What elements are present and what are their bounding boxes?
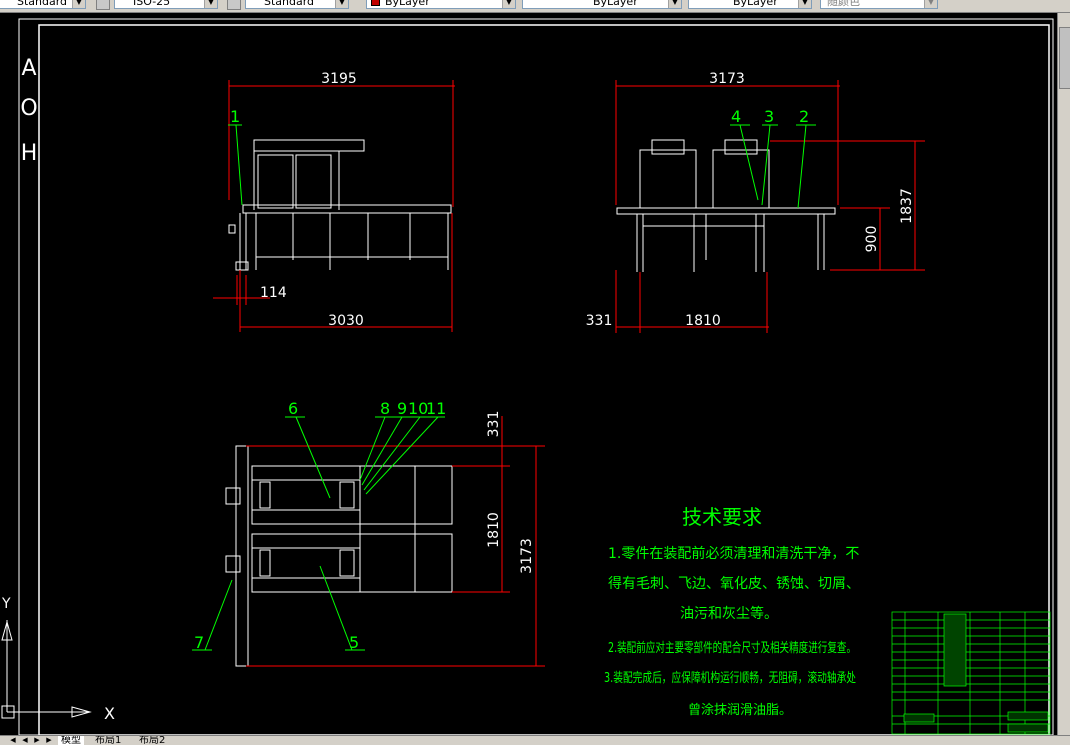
chevron-down-icon[interactable]: ▼ [335, 0, 348, 8]
notes-line-3: 油污和灰尘等。 [680, 605, 778, 622]
technical-notes: 技术要求 1.零件在装配前必须清理和清洗干净，不 得有毛刺、飞边、氧化皮、锈蚀、… [604, 505, 860, 718]
dim-side-width: 3173 [709, 71, 745, 87]
balloon-9: 9 [397, 399, 407, 418]
plot-style-select[interactable]: 随颜色 ▼ [820, 0, 938, 9]
balloon-5: 5 [349, 633, 359, 652]
table-style-value: Standard [264, 0, 315, 8]
layer-color-value: ByLayer [385, 0, 430, 8]
ucs-icon [1, 620, 92, 719]
notes-line-1: 1.零件在装配前必须清理和清洗干净，不 [608, 545, 859, 562]
balloon-11: 11 [426, 399, 446, 418]
table-style-icon[interactable] [227, 0, 241, 10]
dim-style-select[interactable]: ISO-25 ▼ [114, 0, 218, 9]
chevron-down-icon[interactable]: ▼ [924, 0, 937, 8]
dim-side-inner: 1810 [685, 313, 721, 329]
balloon-leaders [192, 124, 816, 651]
dim-top-331: 331 [486, 411, 502, 438]
text-style-select[interactable]: Standard ▼ [0, 0, 86, 9]
dim-side-table: 900 [864, 226, 880, 253]
inner-border [38, 24, 1050, 735]
notes-line-4: 2.装配前应对主要零部件的配合尺寸及相关精度进行复查。 [608, 640, 856, 656]
dim-front-width: 3195 [321, 71, 357, 87]
drawing-canvas[interactable]: AOH 3195 3030 114 3173 331 1810 1837 900… [0, 13, 1057, 735]
front-view [228, 139, 452, 271]
dim-side-height: 1837 [899, 188, 915, 224]
dim-style-icon[interactable] [96, 0, 110, 10]
table-style-select[interactable]: Standard ▼ [245, 0, 349, 9]
balloon-4: 4 [731, 107, 741, 126]
scrollbar-thumb[interactable] [1059, 27, 1070, 89]
layer-color-select[interactable]: ByLayer ▼ [366, 0, 516, 9]
notes-line-2: 得有毛刺、飞边、氧化皮、锈蚀、切屑、 [608, 575, 860, 592]
balloon-6: 6 [288, 399, 298, 418]
lineweight-value: ByLayer [733, 0, 778, 8]
dim-style-value: ISO-25 [133, 0, 171, 8]
front-dimensions [213, 80, 455, 332]
balloon-3: 3 [764, 107, 774, 126]
notes-line-5: 3.装配完成后，应保障机构运行顺畅，无阻碍，滚动轴承处 [604, 670, 856, 686]
notes-line-6: 曾涂抹润滑油脂。 [688, 702, 792, 718]
balloon-2: 2 [799, 107, 809, 126]
chevron-down-icon[interactable]: ▼ [502, 0, 515, 8]
chevron-down-icon[interactable]: ▼ [798, 0, 811, 8]
chevron-down-icon[interactable]: ▼ [668, 0, 681, 8]
properties-toolbar: Standard ▼ ISO-25 ▼ Standard ▼ ByLayer ▼ ByL… [0, 0, 1070, 13]
balloon-1: 1 [230, 107, 240, 126]
linetype-value: ByLayer [593, 0, 638, 8]
chevron-down-icon[interactable]: ▼ [72, 0, 85, 8]
dim-front-bottom: 3030 [328, 313, 364, 329]
side-title: AOH [20, 56, 37, 166]
ucs-y-label: Y [1, 596, 11, 612]
dim-front-offset: 114 [260, 285, 287, 301]
chevron-down-icon[interactable]: ▼ [204, 0, 217, 8]
text-style-value: Standard [17, 0, 68, 8]
balloon-7: 7 [194, 633, 204, 652]
vertical-scrollbar[interactable] [1057, 13, 1070, 735]
dim-side-left: 331 [586, 313, 613, 329]
dim-top-1810: 1810 [486, 512, 502, 548]
title-block [891, 611, 1051, 735]
top-view [225, 445, 453, 667]
notes-title: 技术要求 [682, 505, 762, 529]
color-swatch-icon [371, 0, 380, 6]
ucs-x-label: X [104, 704, 115, 723]
dim-top-3173: 3173 [519, 538, 535, 574]
lineweight-select[interactable]: ByLayer ▼ [688, 0, 812, 9]
plot-style-value: 随颜色 [827, 0, 860, 8]
balloon-8: 8 [380, 399, 390, 418]
linetype-select[interactable]: ByLayer ▼ [522, 0, 682, 9]
